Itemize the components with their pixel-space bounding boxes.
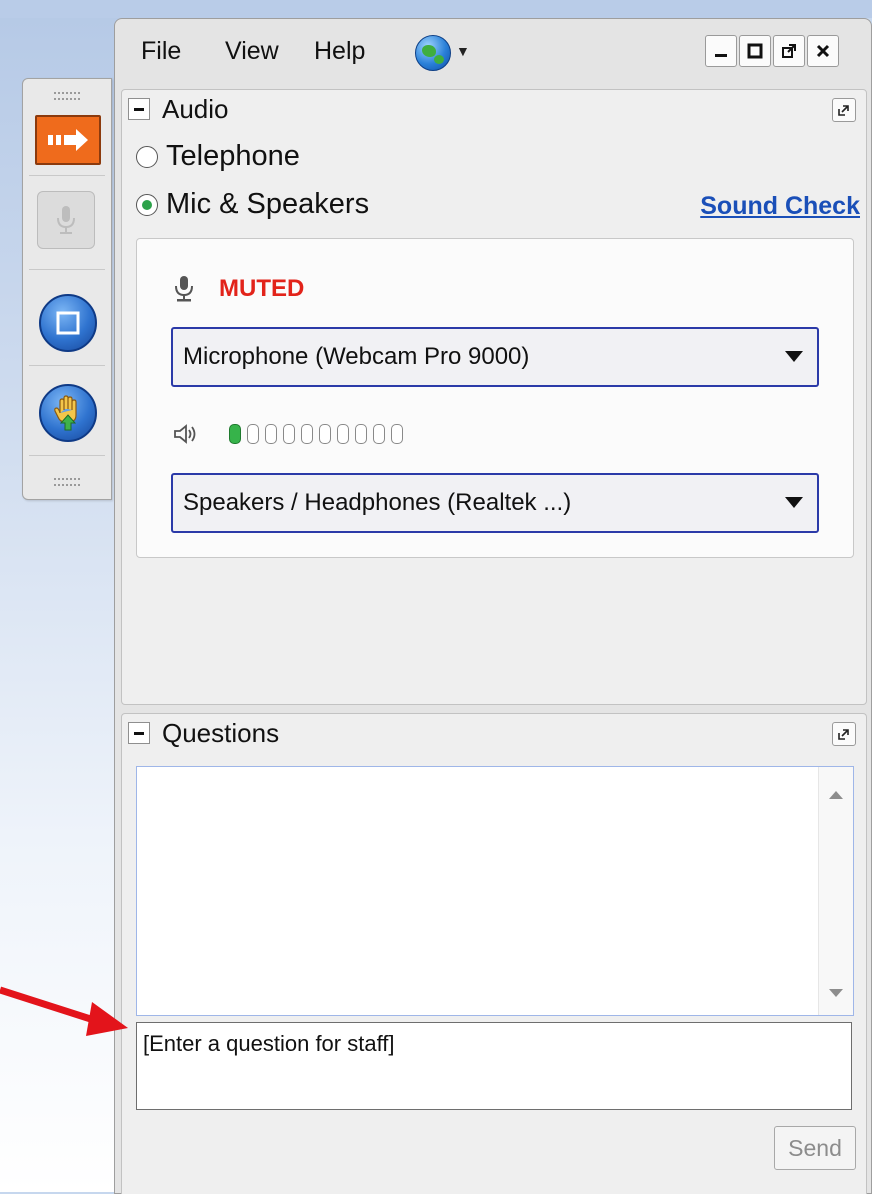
annotation-arrow-icon bbox=[0, 986, 128, 1036]
question-input[interactable] bbox=[136, 1022, 852, 1110]
toolbar-separator bbox=[29, 365, 105, 366]
popout-icon bbox=[838, 729, 849, 740]
level-dot bbox=[355, 424, 367, 444]
microphone-select-value: Microphone (Webcam Pro 9000) bbox=[183, 343, 530, 370]
audio-collapse-button[interactable] bbox=[128, 98, 150, 120]
microphone-icon bbox=[175, 276, 193, 302]
telephone-option[interactable]: Telephone bbox=[136, 140, 300, 173]
screen-icon bbox=[56, 311, 80, 335]
mic-speakers-label: Mic & Speakers bbox=[166, 188, 370, 220]
maximize-button[interactable] bbox=[739, 35, 771, 67]
toolbar-separator bbox=[29, 455, 105, 456]
menu-file[interactable]: File bbox=[141, 37, 181, 66]
toolbar-separator bbox=[29, 269, 105, 270]
scroll-up-icon[interactable] bbox=[829, 791, 843, 799]
globe-icon[interactable] bbox=[415, 35, 451, 71]
microphone-select[interactable]: Microphone (Webcam Pro 9000) bbox=[171, 327, 819, 387]
chevron-down-icon[interactable]: ▼ bbox=[456, 43, 470, 59]
popout-button[interactable] bbox=[773, 35, 805, 67]
questions-log[interactable] bbox=[136, 766, 854, 1016]
control-panel-window: File View Help ▼ Audio Telephone Mic & S… bbox=[114, 18, 872, 1194]
chevron-down-icon bbox=[785, 497, 803, 508]
popout-icon bbox=[782, 44, 796, 58]
muted-status: MUTED bbox=[219, 275, 305, 302]
speaker-select-value: Speakers / Headphones (Realtek ...) bbox=[183, 489, 572, 516]
microphone-icon bbox=[57, 206, 75, 234]
telephone-label: Telephone bbox=[166, 140, 300, 172]
popout-icon bbox=[838, 105, 849, 116]
toolbar-mic-button[interactable] bbox=[37, 191, 95, 249]
questions-collapse-button[interactable] bbox=[128, 722, 150, 744]
level-dot bbox=[301, 424, 313, 444]
mic-speakers-radio[interactable] bbox=[136, 193, 158, 216]
minimize-button[interactable] bbox=[705, 35, 737, 67]
level-dot bbox=[283, 424, 295, 444]
speaker-icon bbox=[174, 424, 196, 444]
menu-view[interactable]: View bbox=[225, 37, 279, 66]
menu-help[interactable]: Help bbox=[314, 37, 365, 66]
background-top-band bbox=[0, 0, 872, 18]
telephone-radio[interactable] bbox=[136, 145, 158, 168]
toolbar-grip-top[interactable] bbox=[23, 85, 111, 107]
speaker-level-meter bbox=[229, 424, 403, 444]
chevron-down-icon bbox=[785, 351, 803, 362]
audio-panel: Audio Telephone Mic & Speakers Sound Che… bbox=[121, 89, 867, 705]
questions-panel: Questions Send bbox=[121, 713, 867, 1194]
sound-check-link[interactable]: Sound Check bbox=[700, 192, 860, 221]
toolbar-grip-bottom[interactable] bbox=[23, 471, 111, 493]
mic-speakers-option[interactable]: Mic & Speakers bbox=[136, 188, 369, 221]
menu-bar: File View Help ▼ bbox=[115, 19, 871, 85]
level-dot bbox=[391, 424, 403, 444]
questions-scrollbar[interactable] bbox=[818, 767, 853, 1015]
speaker-level-row bbox=[173, 423, 403, 445]
close-icon bbox=[816, 44, 830, 58]
minimize-icon bbox=[715, 54, 727, 57]
maximize-icon bbox=[747, 43, 763, 59]
toolbar-arrow-button[interactable] bbox=[35, 115, 101, 165]
scroll-down-icon[interactable] bbox=[829, 989, 843, 997]
mic-status-row: MUTED bbox=[173, 275, 304, 303]
arrow-icon bbox=[48, 129, 88, 151]
speaker-select[interactable]: Speakers / Headphones (Realtek ...) bbox=[171, 473, 819, 533]
toolbar-separator bbox=[29, 175, 105, 176]
level-dot bbox=[319, 424, 331, 444]
raise-hand-icon bbox=[54, 395, 77, 431]
toolbar-screen-button[interactable] bbox=[39, 294, 97, 352]
level-dot bbox=[247, 424, 259, 444]
level-dot bbox=[337, 424, 349, 444]
questions-panel-title: Questions bbox=[162, 718, 280, 748]
audio-popout-button[interactable] bbox=[832, 98, 856, 122]
audio-device-box: MUTED Microphone (Webcam Pro 9000) Speak… bbox=[136, 238, 854, 558]
toolbar-raise-hand-button[interactable] bbox=[39, 384, 97, 442]
side-toolbar bbox=[22, 78, 112, 500]
send-button[interactable]: Send bbox=[774, 1126, 856, 1170]
audio-panel-title: Audio bbox=[162, 94, 229, 124]
level-dot bbox=[229, 424, 241, 444]
questions-popout-button[interactable] bbox=[832, 722, 856, 746]
level-dot bbox=[373, 424, 385, 444]
level-dot bbox=[265, 424, 277, 444]
close-button[interactable] bbox=[807, 35, 839, 67]
